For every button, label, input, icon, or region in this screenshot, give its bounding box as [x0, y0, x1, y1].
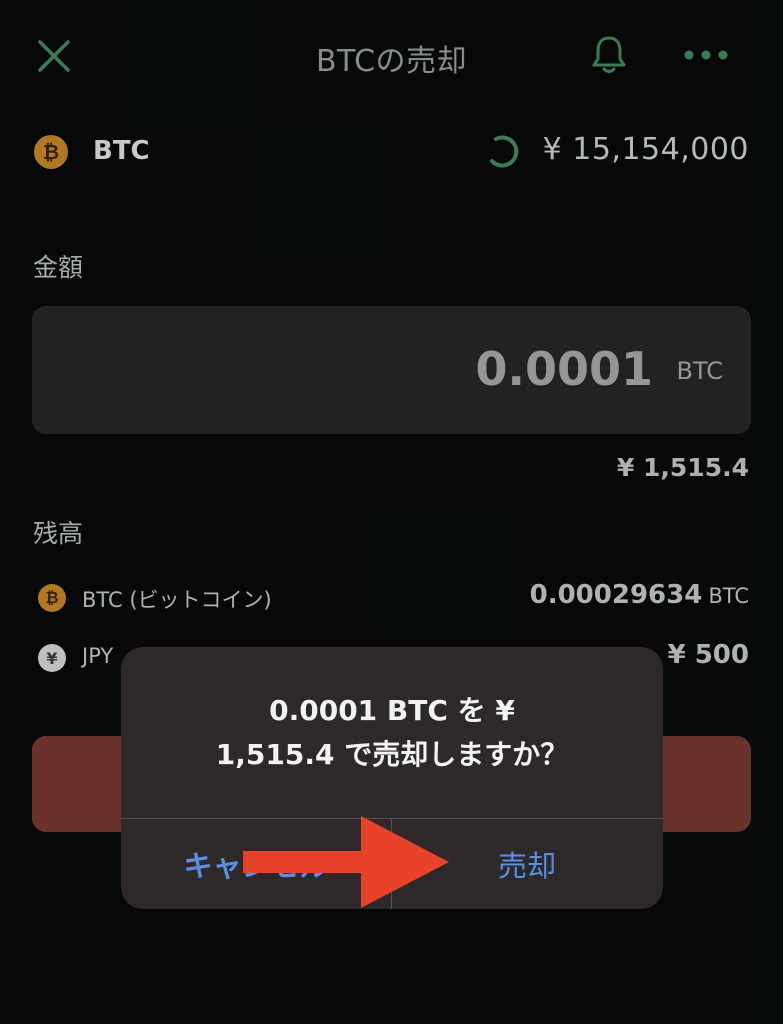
cancel-button[interactable]: キャンセル	[121, 819, 391, 909]
dialog-message-line2: 1,515.4 で売却しますか？	[215, 738, 569, 771]
dialog-message-line1: 0.0001 BTC を ¥	[269, 694, 515, 727]
sell-btc-screen: BTCの売却 ₿ BTC ¥ 15,154,000 金額 0.0001 BTC …	[0, 0, 783, 1024]
confirm-dialog: 0.0001 BTC を ¥ 1,515.4 で売却しますか？ キャンセル 売却	[121, 647, 663, 909]
confirm-sell-button[interactable]: 売却	[392, 819, 662, 909]
dialog-message: 0.0001 BTC を ¥ 1,515.4 で売却しますか？	[121, 689, 663, 777]
